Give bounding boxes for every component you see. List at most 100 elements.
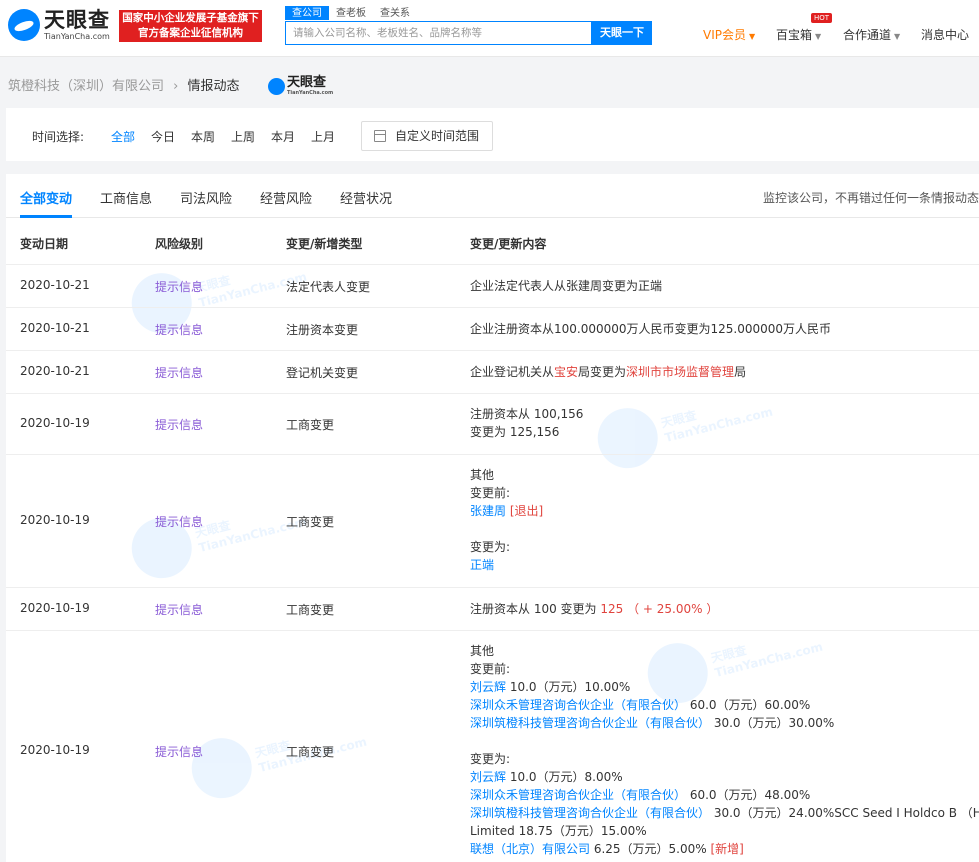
content-line: 变更为: [470, 540, 511, 554]
new-value: 深圳市市场监督管理 [626, 365, 735, 379]
row-content: 企业注册资本从100.000000万人民币变更为125.000000万人民币 [470, 322, 832, 336]
small-logo: 天眼查 TianYanCha.com [268, 76, 333, 96]
row-change-type: 工商变更 [286, 745, 335, 759]
nav-baibao-label: 百宝箱 [776, 28, 813, 42]
content-line: 变更为: [470, 752, 511, 766]
time-option-today[interactable]: 今日 [151, 128, 175, 145]
row-date: 2020-10-19 [20, 513, 90, 527]
content-line: Limited 18.75（万元）15.00% [470, 824, 647, 838]
shareholder-value: 10.0（万元）10.00% [506, 680, 631, 694]
search-tab-relation[interactable]: 查关系 [373, 6, 417, 20]
search-tabs: 查公司 查老板 查关系 [285, 6, 417, 20]
tab-business-info[interactable]: 工商信息 [100, 188, 152, 207]
table-row: 2020-10-19 提示信息 工商变更 注册资本从 100,156 变更为 1… [6, 394, 979, 455]
breadcrumb-company[interactable]: 筑橙科技（深圳）有限公司 [8, 79, 164, 94]
row-content: 注册资本从 100 变更为 125 （ + 25.00% ） [470, 600, 718, 618]
shareholder-link[interactable]: 深圳众禾管理咨询合伙企业（有限合伙） [470, 698, 686, 712]
row-date: 2020-10-19 [20, 416, 90, 430]
nav-vip-label: VIP会员 [703, 28, 746, 42]
old-value: 宝安 [554, 365, 579, 379]
search-input[interactable]: 请输入公司名称、老板姓名、品牌名称等 [285, 21, 592, 45]
percent-change: （ + 25.00% ） [627, 602, 719, 616]
new-tag: [新增] [710, 842, 744, 856]
content-text: 局变更为 [578, 365, 627, 379]
time-filter-label: 时间选择: [32, 130, 85, 144]
changes-panel: 天眼查 TianYanCha.com 天眼查 TianYanCha.com 天眼查 T… [6, 174, 979, 862]
content-line: 变更前: [470, 662, 511, 676]
top-header: 天眼查 TianYanCha.com 国家中小企业发展子基金旗下 官方备案企业征… [0, 0, 979, 57]
table-row: 2020-10-21 提示信息 注册资本变更 企业注册资本从100.000000… [6, 308, 979, 351]
chevron-down-icon: ▼ [894, 32, 901, 41]
row-content: 企业登记机关从宝安局变更为深圳市市场监督管理局 [470, 363, 746, 381]
logo-en: TianYanCha.com [44, 32, 110, 41]
nav-cooperation-label: 合作通道 [843, 28, 892, 42]
time-option-last-week[interactable]: 上周 [231, 128, 255, 145]
custom-range-button[interactable]: 自定义时间范围 [361, 121, 493, 151]
breadcrumb: 筑橙科技（深圳）有限公司 › 情报动态 [8, 75, 240, 94]
official-badge: 国家中小企业发展子基金旗下 官方备案企业征信机构 [119, 10, 262, 42]
shareholder-link[interactable]: 深圳筑橙科技管理咨询合伙企业（有限合伙） [470, 716, 710, 730]
row-risk-level: 提示信息 [155, 418, 204, 432]
time-option-this-month[interactable]: 本月 [271, 128, 295, 145]
tab-judicial-risk[interactable]: 司法风险 [180, 188, 232, 207]
monitor-company-link[interactable]: 监控该公司，不再错过任何一条情报动态 [763, 189, 979, 206]
content-text: 企业登记机关从 [470, 365, 555, 379]
row-content: 企业法定代表人从张建周变更为正端 [470, 279, 663, 293]
eye-logo-icon [268, 77, 285, 95]
row-content: 其他 变更前: 刘云辉 10.0（万元）10.00% 深圳众禾管理咨询合伙企业（… [470, 642, 979, 858]
tab-all-changes[interactable]: 全部变动 [20, 188, 72, 207]
shareholder-value: 60.0（万元）60.00% [686, 698, 811, 712]
column-header-risk: 风险级别 [155, 237, 204, 251]
column-header-content: 变更/更新内容 [470, 237, 547, 251]
row-date: 2020-10-19 [20, 601, 90, 615]
search-tab-boss[interactable]: 查老板 [329, 6, 373, 20]
person-link[interactable]: 正端 [470, 556, 543, 574]
shareholder-link[interactable]: 刘云辉 [470, 770, 506, 784]
time-option-last-month[interactable]: 上月 [311, 128, 335, 145]
search-tab-company[interactable]: 查公司 [285, 6, 329, 20]
nav-vip[interactable]: VIP会员 ▼ [703, 26, 755, 43]
breadcrumb-current: 情报动态 [187, 79, 240, 94]
tab-operating-risk[interactable]: 经营风险 [260, 188, 312, 207]
row-risk-level: 提示信息 [155, 745, 204, 759]
row-change-type: 工商变更 [286, 418, 335, 432]
custom-range-label: 自定义时间范围 [395, 129, 480, 143]
table-row: 2020-10-19 提示信息 工商变更 其他 变更前: 张建周 [退出] 变更… [6, 455, 979, 588]
table-row: 2020-10-19 提示信息 工商变更 其他 变更前: 刘云辉 10.0（万元… [6, 631, 979, 862]
hot-badge: HOT [811, 13, 833, 23]
row-date: 2020-10-21 [20, 321, 90, 335]
row-risk-level: 提示信息 [155, 323, 204, 337]
time-option-all[interactable]: 全部 [111, 128, 135, 145]
row-content: 其他 变更前: 张建周 [退出] 变更为: 正端 [470, 466, 543, 574]
shareholder-link[interactable]: 联想（北京）有限公司 [470, 842, 590, 856]
chevron-down-icon: ▼ [815, 32, 822, 41]
chevron-down-icon: ▼ [749, 32, 756, 41]
badge-line1: 国家中小企业发展子基金旗下 [122, 12, 259, 24]
tab-operating-status[interactable]: 经营状况 [340, 188, 392, 207]
calendar-icon [374, 130, 386, 142]
table-row: 2020-10-21 提示信息 登记机关变更 企业登记机关从宝安局变更为深圳市市… [6, 351, 979, 394]
person-link[interactable]: 张建周 [470, 504, 506, 518]
nav-cooperation[interactable]: 合作通道 ▼ [843, 26, 900, 43]
eye-logo-icon [8, 8, 40, 41]
new-value: 125 [600, 602, 624, 616]
nav-messages[interactable]: 消息中心 [921, 26, 969, 43]
search-button[interactable]: 天眼一下 [592, 21, 652, 45]
row-risk-level: 提示信息 [155, 515, 204, 529]
table-row: 2020-10-21 提示信息 法定代表人变更 企业法定代表人从张建周变更为正端 [6, 265, 979, 308]
site-logo[interactable]: 天眼查 TianYanCha.com [8, 8, 110, 41]
row-risk-level: 提示信息 [155, 603, 204, 617]
shareholder-link[interactable]: 深圳众禾管理咨询合伙企业（有限合伙） [470, 788, 686, 802]
row-risk-level: 提示信息 [155, 280, 204, 294]
row-date: 2020-10-21 [20, 364, 90, 378]
shareholder-value: 30.0（万元）30.00% [710, 716, 835, 730]
breadcrumb-separator: › [173, 79, 179, 94]
content-line: 注册资本从 100,156 [470, 407, 584, 421]
shareholder-link[interactable]: 刘云辉 [470, 680, 506, 694]
nav-baibao[interactable]: 百宝箱 ▼ [776, 26, 821, 43]
small-logo-en: TianYanCha.com [287, 90, 334, 96]
time-option-this-week[interactable]: 本周 [191, 128, 215, 145]
row-change-type: 注册资本变更 [286, 323, 359, 337]
shareholder-value: 30.0（万元）24.00%SCC Seed I Holdco B （HK） [710, 806, 979, 820]
shareholder-link[interactable]: 深圳筑橙科技管理咨询合伙企业（有限合伙） [470, 806, 710, 820]
